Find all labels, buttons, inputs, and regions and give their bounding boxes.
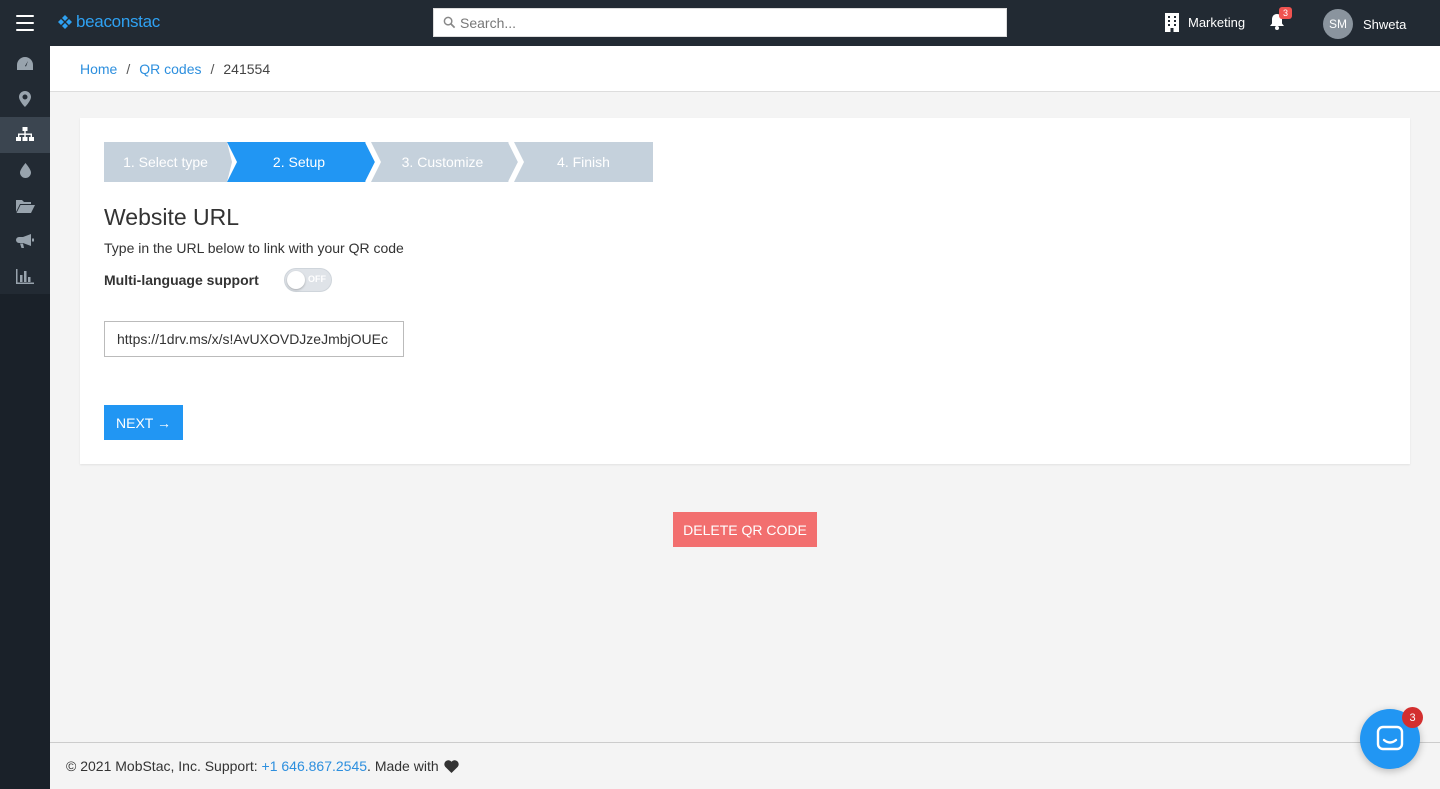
section-title: Website URL — [104, 204, 240, 230]
toggle-knob — [287, 271, 305, 289]
breadcrumb-home-link[interactable]: Home — [80, 61, 117, 77]
wizard-step-customize[interactable]: 3. Customize — [371, 142, 521, 182]
sidebar-item-beacons[interactable] — [0, 153, 50, 189]
breadcrumb: Home / QR codes / 241554 — [50, 46, 1440, 92]
footer: © 2021 MobStac, Inc. Support: +1 646.867… — [50, 742, 1440, 789]
wizard-steps: 1. Select type 2. Setup 3. Customize 4. … — [104, 142, 653, 182]
sidebar-item-analytics[interactable] — [0, 259, 50, 295]
drop-icon — [19, 162, 31, 178]
sidebar-item-qr-codes[interactable] — [0, 117, 50, 153]
next-button[interactable]: NEXT → — [104, 405, 183, 440]
search-icon — [443, 16, 456, 29]
wizard-step-select-type[interactable]: 1. Select type — [104, 142, 232, 182]
sitemap-icon — [16, 127, 34, 142]
step-label: 1. Select type — [123, 154, 208, 170]
footer-copyright: © 2021 MobStac, Inc. Support: — [66, 758, 258, 774]
sidebar-item-places[interactable] — [0, 82, 50, 118]
qr-setup-card: 1. Select type 2. Setup 3. Customize 4. … — [80, 118, 1410, 464]
heart-icon — [443, 759, 459, 773]
step-label: 3. Customize — [401, 154, 484, 170]
breadcrumb-qr-codes-link[interactable]: QR codes — [139, 61, 201, 77]
building-icon — [1165, 13, 1179, 32]
user-menu[interactable]: SM Shweta — [1323, 9, 1406, 39]
org-name: Marketing — [1188, 15, 1246, 30]
global-search[interactable] — [433, 8, 1007, 37]
delete-qr-code-button[interactable]: DELETE QR CODE — [673, 512, 817, 547]
wizard-step-setup[interactable]: 2. Setup — [227, 142, 377, 182]
notifications-button[interactable]: 3 — [1269, 7, 1293, 35]
folder-open-icon — [15, 199, 35, 213]
dashboard-icon — [17, 57, 33, 71]
logo-mark-icon — [58, 15, 72, 29]
footer-made-with: . Made with — [367, 758, 439, 774]
sidebar-item-campaigns[interactable] — [0, 224, 50, 260]
sidebar-item-dashboard[interactable] — [0, 46, 50, 82]
breadcrumb-separator: / — [210, 60, 215, 77]
chat-unread-badge: 3 — [1402, 707, 1423, 728]
avatar: SM — [1323, 9, 1353, 39]
breadcrumb-current: 241554 — [223, 60, 271, 77]
logo-text: beaconstac — [76, 12, 160, 31]
breadcrumb-separator: / — [126, 60, 131, 77]
wizard-step-finish[interactable]: 4. Finish — [514, 142, 653, 182]
sidebar-bottom-area — [0, 294, 50, 789]
support-phone-link[interactable]: +1 646.867.2545 — [262, 758, 368, 774]
sidebar — [0, 46, 50, 789]
section-description: Type in the URL below to link with your … — [104, 240, 404, 256]
sidebar-item-files[interactable] — [0, 188, 50, 224]
user-name: Shweta — [1363, 16, 1407, 32]
organization-switcher[interactable]: Marketing — [1164, 13, 1245, 32]
bar-chart-icon — [16, 269, 34, 285]
step-label: 4. Finish — [557, 154, 610, 170]
hamburger-menu-icon[interactable] — [16, 15, 34, 31]
multilang-label: Multi-language support — [104, 272, 259, 288]
website-url-input[interactable] — [104, 321, 404, 357]
notification-badge: 3 — [1279, 7, 1293, 19]
toggle-state-text: OFF — [308, 274, 326, 284]
megaphone-icon — [16, 233, 34, 248]
search-input[interactable] — [460, 14, 980, 31]
multilang-toggle[interactable]: OFF — [284, 268, 332, 292]
step-label: 2. Setup — [272, 154, 326, 170]
location-pin-icon — [19, 91, 31, 108]
chat-icon — [1376, 725, 1404, 751]
top-navbar: beaconstac Marketing 3 SM Shweta — [0, 0, 1440, 46]
beaconstac-logo[interactable]: beaconstac — [57, 12, 160, 32]
